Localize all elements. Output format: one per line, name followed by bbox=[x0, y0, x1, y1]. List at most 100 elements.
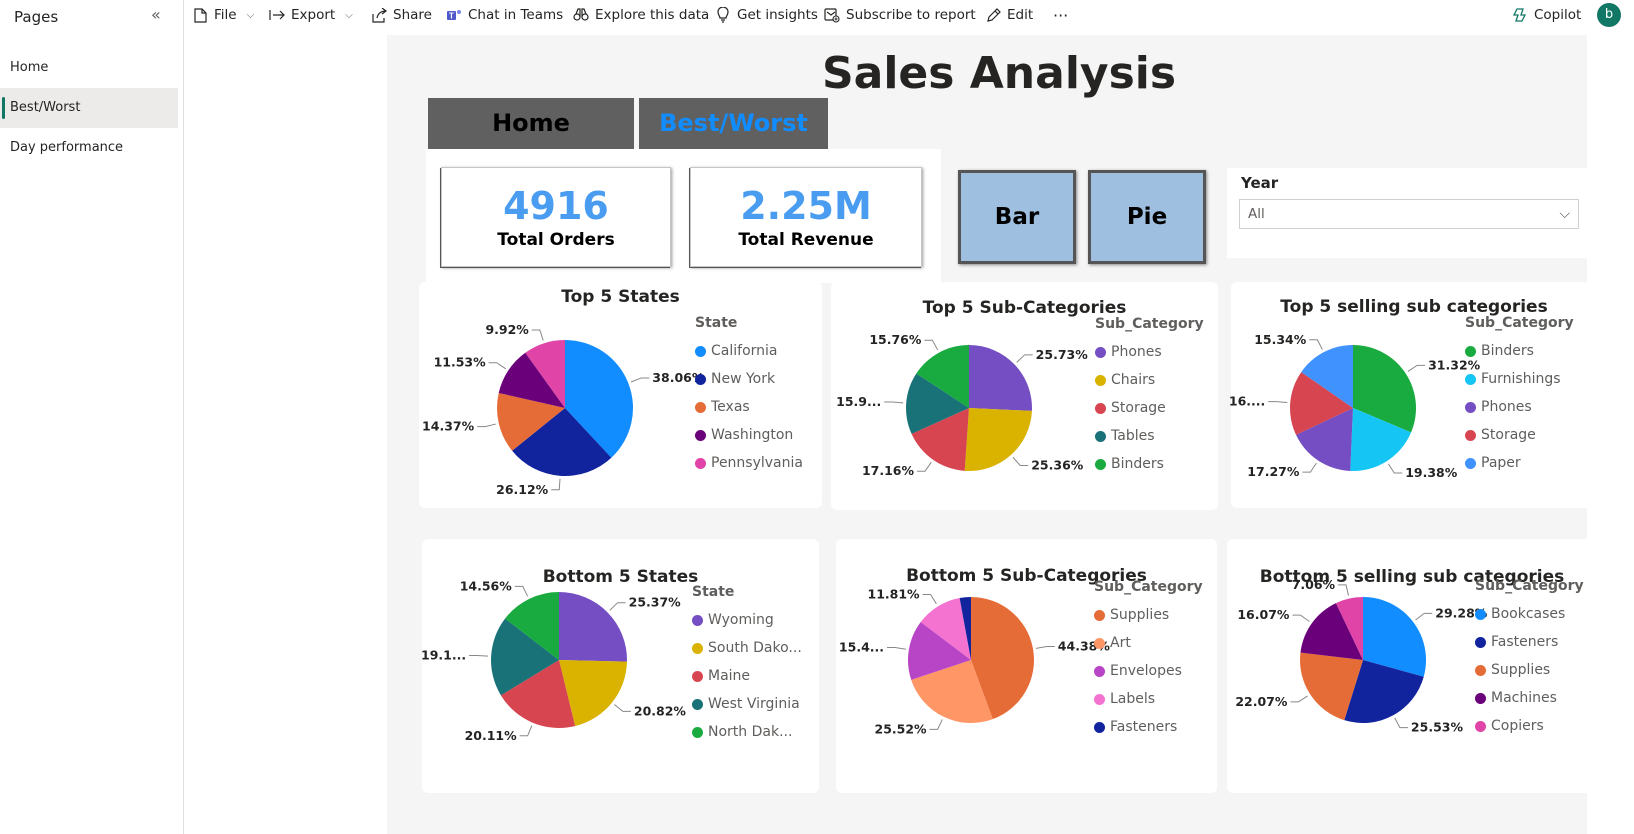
legend-label: Pennsylvania bbox=[711, 455, 803, 471]
legend-item[interactable]: Binders bbox=[1095, 450, 1204, 478]
legend-item[interactable]: Supplies bbox=[1094, 601, 1203, 629]
legend-item[interactable]: Fasteners bbox=[1094, 713, 1203, 741]
legend: Sub_Category Phones Chairs Storage Tables Bin… bbox=[1095, 316, 1204, 478]
legend-item[interactable]: Envelopes bbox=[1094, 657, 1203, 685]
get-insights-button[interactable]: Get insights bbox=[715, 0, 818, 30]
data-label: 25.52% bbox=[875, 721, 928, 736]
legend: Sub_Category Supplies Art Envelopes Labels Fa… bbox=[1094, 579, 1203, 741]
data-label: 15.4... bbox=[839, 639, 884, 654]
legend-item[interactable]: Phones bbox=[1465, 393, 1574, 421]
slicer-title: Year bbox=[1241, 174, 1279, 192]
legend: Sub_Category Bookcases Fasteners Supplies Ma… bbox=[1475, 578, 1584, 740]
legend-item[interactable]: Fasteners bbox=[1475, 628, 1584, 656]
legend-title: State bbox=[695, 315, 738, 331]
leader-line bbox=[1338, 584, 1349, 596]
subscribe-button[interactable]: Subscribe to report bbox=[824, 0, 976, 30]
legend-swatch bbox=[692, 726, 703, 738]
pie-slice-phones[interactable] bbox=[969, 345, 1032, 411]
legend-label: Fasteners bbox=[1491, 634, 1559, 650]
chat-in-teams-button[interactable]: T Chat in Teams bbox=[446, 0, 563, 30]
legend-item[interactable]: Wyoming bbox=[692, 606, 802, 634]
legend-item[interactable]: Art bbox=[1094, 629, 1203, 657]
pie-slice-wyoming[interactable] bbox=[559, 592, 627, 662]
chevron-down-icon: ⌵ bbox=[1559, 206, 1570, 222]
legend-item[interactable]: Tables bbox=[1095, 422, 1204, 450]
bar-toggle-button[interactable]: Bar bbox=[958, 170, 1076, 264]
legend-item[interactable]: Copiers bbox=[1475, 712, 1584, 740]
legend-item[interactable]: California bbox=[695, 337, 803, 365]
legend-item[interactable]: New York bbox=[695, 365, 803, 393]
leader-line bbox=[1407, 364, 1426, 372]
page-item-home[interactable]: Home bbox=[0, 48, 178, 88]
legend-item[interactable]: Storage bbox=[1095, 394, 1204, 422]
legend-item[interactable]: Binders bbox=[1465, 337, 1574, 365]
legend-label: California bbox=[711, 343, 778, 359]
legend-item[interactable]: Supplies bbox=[1475, 656, 1584, 684]
data-label: 15.34% bbox=[1254, 332, 1307, 347]
legend-item[interactable]: North Dak... bbox=[692, 718, 802, 746]
legend-item[interactable]: Phones bbox=[1095, 338, 1204, 366]
page-item-best-worst[interactable]: Best/Worst bbox=[0, 88, 178, 128]
leader-line bbox=[614, 704, 631, 712]
leader-line bbox=[477, 423, 496, 428]
legend-item[interactable]: Chairs bbox=[1095, 366, 1204, 394]
legend-label: Supplies bbox=[1110, 607, 1170, 623]
legend-label: Machines bbox=[1491, 690, 1557, 706]
page-item-day-performance[interactable]: Day performance bbox=[0, 128, 178, 168]
legend-item[interactable]: Texas bbox=[695, 393, 803, 421]
copilot-button[interactable]: Copilot bbox=[1512, 0, 1581, 30]
year-dropdown[interactable]: All ⌵ bbox=[1239, 199, 1579, 229]
leader-line bbox=[488, 362, 507, 370]
file-menu[interactable]: File ⌵ bbox=[192, 0, 254, 30]
legend-item[interactable]: Furnishings bbox=[1465, 365, 1574, 393]
legend-label: Phones bbox=[1481, 399, 1532, 415]
legend-label: Phones bbox=[1111, 344, 1162, 360]
data-label: 11.81% bbox=[868, 586, 921, 601]
share-button[interactable]: Share bbox=[371, 0, 432, 30]
avatar[interactable]: b bbox=[1597, 3, 1621, 27]
collapse-pane-icon[interactable]: « bbox=[151, 5, 161, 24]
legend-item[interactable]: Bookcases bbox=[1475, 600, 1584, 628]
leader-line bbox=[551, 478, 561, 491]
legend-item[interactable]: Paper bbox=[1465, 449, 1574, 477]
legend-swatch bbox=[1094, 665, 1105, 677]
legend-swatch bbox=[1475, 664, 1486, 676]
year-slicer: Year All ⌵ bbox=[1227, 168, 1593, 258]
export-icon bbox=[269, 7, 285, 23]
leader-line bbox=[887, 646, 906, 650]
nav-button-best-worst[interactable]: Best/Worst bbox=[639, 98, 828, 149]
legend-item[interactable]: Maine bbox=[692, 662, 802, 690]
leader-line bbox=[531, 329, 544, 341]
legend-item[interactable]: Labels bbox=[1094, 685, 1203, 713]
data-label: 15.9... bbox=[836, 394, 881, 409]
legend-title: Sub_Category bbox=[1465, 315, 1574, 331]
legend: Sub_Category Binders Furnishings Phones Stor… bbox=[1465, 315, 1574, 477]
legend-label: Wyoming bbox=[708, 612, 774, 628]
data-label: 17.16% bbox=[862, 463, 915, 478]
legend-label: Washington bbox=[711, 427, 794, 443]
legend-item[interactable]: Washington bbox=[695, 421, 803, 449]
edit-label: Edit bbox=[1007, 7, 1034, 23]
pages-title: Pages bbox=[14, 8, 59, 26]
subscribe-label: Subscribe to report bbox=[846, 7, 976, 23]
legend-label: Storage bbox=[1111, 400, 1166, 416]
export-menu[interactable]: Export ⌵ bbox=[269, 0, 353, 30]
legend-swatch bbox=[695, 373, 706, 385]
legend-item[interactable]: Storage bbox=[1465, 421, 1574, 449]
legend-item[interactable]: Pennsylvania bbox=[695, 449, 803, 477]
more-options-button[interactable]: ··· bbox=[1053, 0, 1068, 30]
pie-slice-chairs[interactable] bbox=[964, 408, 1032, 471]
legend-item[interactable]: Machines bbox=[1475, 684, 1584, 712]
legend-label: New York bbox=[711, 371, 776, 387]
legend-item[interactable]: South Dako... bbox=[692, 634, 802, 662]
legend-swatch bbox=[692, 670, 703, 682]
toolbar: File ⌵ Export ⌵ Share T Chat in Teams Expl… bbox=[185, 0, 1634, 31]
pie-toggle-button[interactable]: Pie bbox=[1088, 170, 1206, 264]
legend-label: Binders bbox=[1481, 343, 1534, 359]
explore-data-button[interactable]: Explore this data bbox=[573, 0, 709, 30]
nav-button-home[interactable]: Home bbox=[428, 98, 634, 149]
legend-title: Sub_Category bbox=[1094, 579, 1203, 595]
edit-button[interactable]: Edit bbox=[985, 0, 1033, 30]
legend: State California New York Texas Washington Pe… bbox=[695, 315, 803, 477]
legend-item[interactable]: West Virginia bbox=[692, 690, 802, 718]
